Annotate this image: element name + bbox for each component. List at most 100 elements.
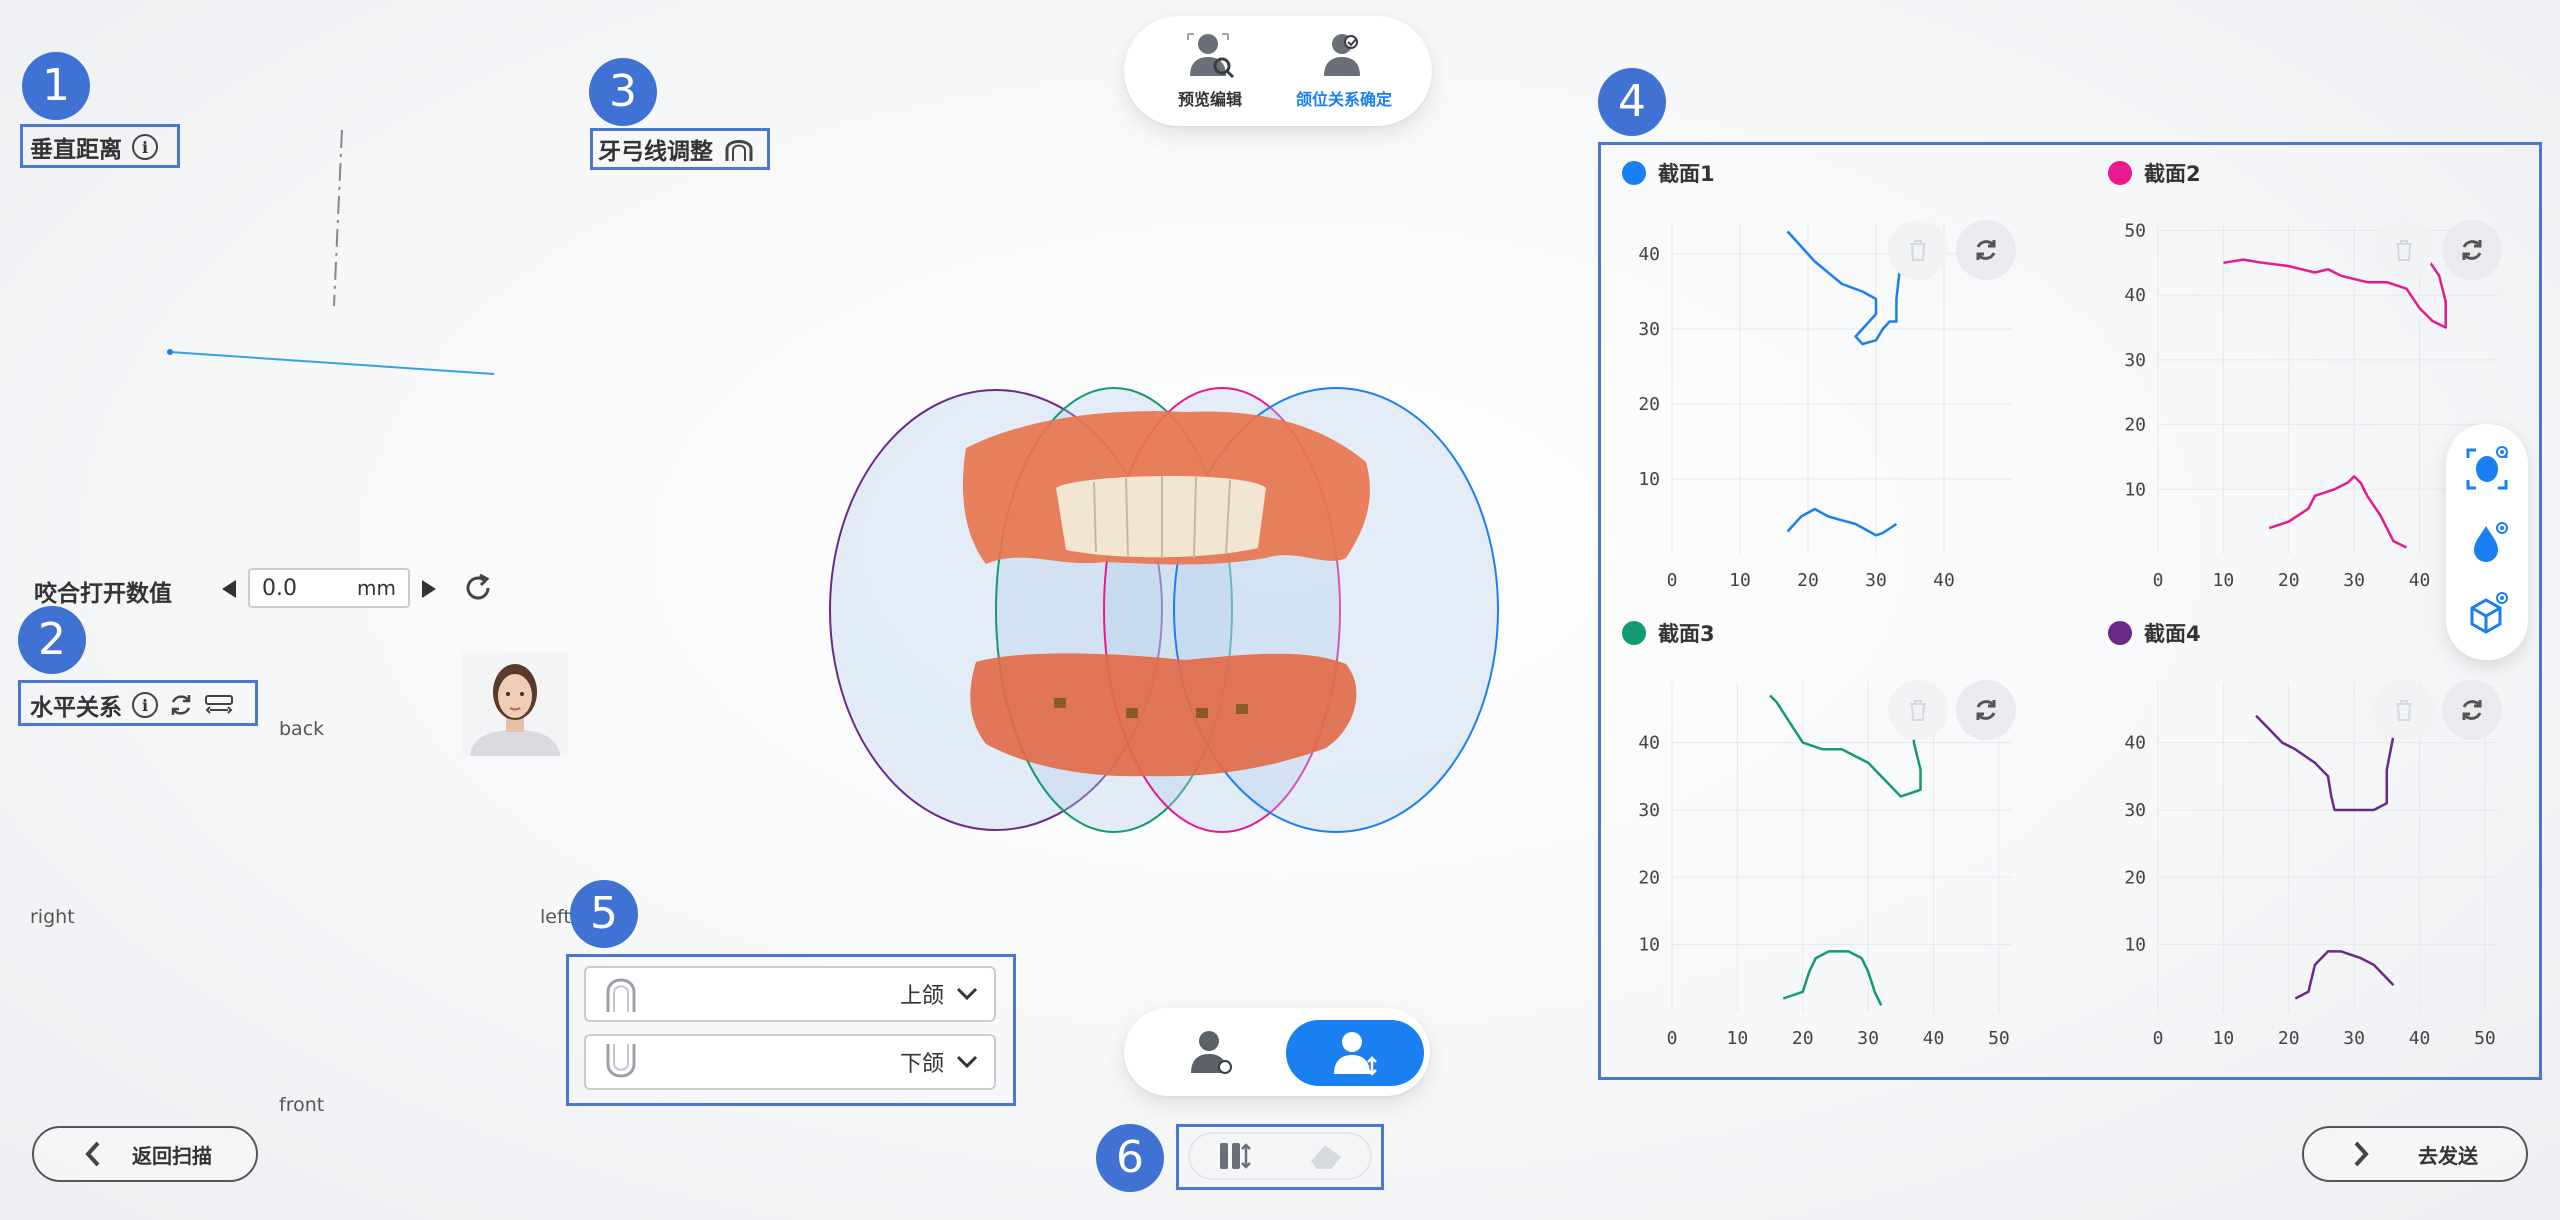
- refresh-icon: [1976, 240, 1996, 260]
- dental-3d-view[interactable]: [826, 378, 1506, 848]
- decrease-arrow-icon[interactable]: [220, 578, 238, 600]
- jaw-relation-icon: [1324, 34, 1360, 76]
- preview-edit-label: 预览编辑: [1177, 90, 1242, 109]
- send-button[interactable]: 去发送: [2302, 1126, 2528, 1182]
- info-icon[interactable]: i: [132, 692, 158, 718]
- bite-open-input[interactable]: 0.0 mm: [248, 568, 410, 608]
- section-1-header: 截面1: [1622, 158, 1715, 188]
- section-4-header: 截面4: [2108, 618, 2201, 648]
- orientation-left: left: [540, 906, 571, 928]
- x-tick-label: 20: [1792, 1028, 1814, 1049]
- send-label: 去发送: [2418, 1143, 2478, 1168]
- lower-jaw-select[interactable]: 下颌: [584, 1034, 996, 1090]
- section-3-delete-button[interactable]: [1888, 680, 1948, 740]
- marker-4: 4: [1598, 68, 1666, 136]
- chevron-down-icon: [956, 1055, 978, 1069]
- color-toggle-button[interactable]: [2464, 520, 2510, 566]
- jaw-relation-confirm-button[interactable]: 颌位关系确定: [1282, 30, 1406, 116]
- vertical-distance-header: 垂直距离 i: [30, 130, 158, 164]
- section-4-title: 截面4: [2144, 622, 2201, 646]
- trash-icon: [2396, 240, 2412, 261]
- orientation-right: right: [30, 906, 75, 928]
- x-tick-label: 30: [1857, 1028, 1879, 1049]
- section-1-delete-button[interactable]: [1888, 220, 1948, 280]
- x-tick-label: 30: [2343, 1028, 2365, 1049]
- measure-point: [167, 349, 173, 355]
- section-curve-1: [2255, 695, 2395, 812]
- eye-scan-icon: [2466, 446, 2508, 490]
- section-curve-2: [2268, 475, 2408, 549]
- cube-icon: [2470, 592, 2508, 634]
- section-curve-2: [1786, 507, 1898, 537]
- marker-5: 5: [570, 880, 638, 948]
- level-adjust-icon[interactable]: [204, 692, 234, 718]
- section-curve-2: [2294, 950, 2395, 1000]
- bite-open-label: 咬合打开数值: [34, 581, 172, 607]
- preview-edit-button[interactable]: 预览编辑: [1158, 30, 1262, 116]
- section-curve-1: [1786, 230, 1905, 346]
- horizontal-measure-line: [169, 351, 495, 375]
- top-mode-toolbar: 预览编辑 颌位关系确定: [1124, 16, 1432, 126]
- jaw-relation-confirm-label: 颌位关系确定: [1295, 90, 1392, 109]
- marker-3: 3: [589, 58, 657, 126]
- align-vertical-icon[interactable]: [1216, 1139, 1252, 1173]
- y-tick-label: 10: [2124, 479, 2146, 500]
- x-tick-label: 40: [1923, 1028, 1945, 1049]
- refresh-icon: [1976, 700, 1996, 720]
- refresh-icon: [2462, 240, 2482, 260]
- x-tick-label: 20: [2278, 1028, 2300, 1049]
- orientation-front: front: [279, 1094, 325, 1116]
- y-tick-label: 40: [1638, 244, 1660, 265]
- upper-jaw-select[interactable]: 上颌: [584, 966, 996, 1022]
- section-2-title: 截面2: [2144, 162, 2201, 186]
- occlusion-mode-button[interactable]: [1156, 1022, 1266, 1082]
- model-toggle-button[interactable]: [2464, 592, 2510, 638]
- refresh-icon: [2462, 700, 2482, 720]
- back-to-scan-label: 返回扫描: [132, 1143, 212, 1168]
- marker-1: 1: [22, 52, 90, 120]
- x-tick-label: 0: [2153, 1028, 2164, 1049]
- section-2-reset-button[interactable]: [2442, 220, 2502, 280]
- bite-open-value: 0.0: [262, 575, 297, 601]
- arch-curve-icon[interactable]: [723, 135, 755, 163]
- vertical-distance-sketch: [167, 129, 495, 375]
- bite-adjust-mode-button[interactable]: [1286, 1020, 1424, 1086]
- x-tick-label: 0: [1667, 570, 1678, 591]
- occlusion-person-icon: [1191, 1031, 1232, 1074]
- bite-adjust-person-icon: [1334, 1032, 1377, 1076]
- upper-jaw-value: 上颌: [899, 984, 944, 1009]
- chevron-left-icon: [85, 1141, 100, 1167]
- lower-arch-icon: [606, 1044, 636, 1078]
- y-tick-label: 30: [2124, 350, 2146, 371]
- y-tick-label: 20: [1638, 394, 1660, 415]
- x-tick-label: 40: [1933, 570, 1955, 591]
- eraser-icon[interactable]: [1307, 1139, 1345, 1173]
- y-tick-label: 30: [1638, 319, 1660, 340]
- arch-line-label: 牙弓线调整: [598, 139, 713, 165]
- increase-arrow-icon[interactable]: [420, 578, 438, 600]
- visibility-toggle-button[interactable]: [2464, 446, 2510, 492]
- y-tick-label: 20: [2124, 867, 2146, 888]
- vertical-distance-label: 垂直距离: [30, 137, 122, 163]
- jaw-select-group: 上颌 下颌: [584, 966, 996, 1094]
- section-4-delete-button[interactable]: [2374, 680, 2434, 740]
- trash-icon: [1910, 240, 1926, 261]
- x-tick-label: 0: [2153, 570, 2164, 591]
- y-tick-label: 20: [2124, 415, 2146, 436]
- refresh-icon[interactable]: [168, 692, 194, 718]
- reset-icon[interactable]: [462, 572, 494, 604]
- orientation-back: back: [279, 718, 325, 740]
- arch-line-header: 牙弓线调整: [598, 132, 755, 166]
- section-3-reset-button[interactable]: [1956, 680, 2016, 740]
- section-1-reset-button[interactable]: [1956, 220, 2016, 280]
- section-4-reset-button[interactable]: [2442, 680, 2502, 740]
- x-tick-label: 40: [2409, 1028, 2431, 1049]
- lower-jaw-value: 下颌: [899, 1052, 944, 1077]
- section-2-delete-button[interactable]: [2374, 220, 2434, 280]
- back-to-scan-button[interactable]: 返回扫描: [32, 1126, 258, 1182]
- align-toggle: [1188, 1132, 1372, 1180]
- x-tick-label: 20: [1797, 570, 1819, 591]
- section-2-header: 截面2: [2108, 158, 2201, 188]
- marker-2: 2: [18, 606, 86, 674]
- vertical-guide-line: [333, 129, 343, 307]
